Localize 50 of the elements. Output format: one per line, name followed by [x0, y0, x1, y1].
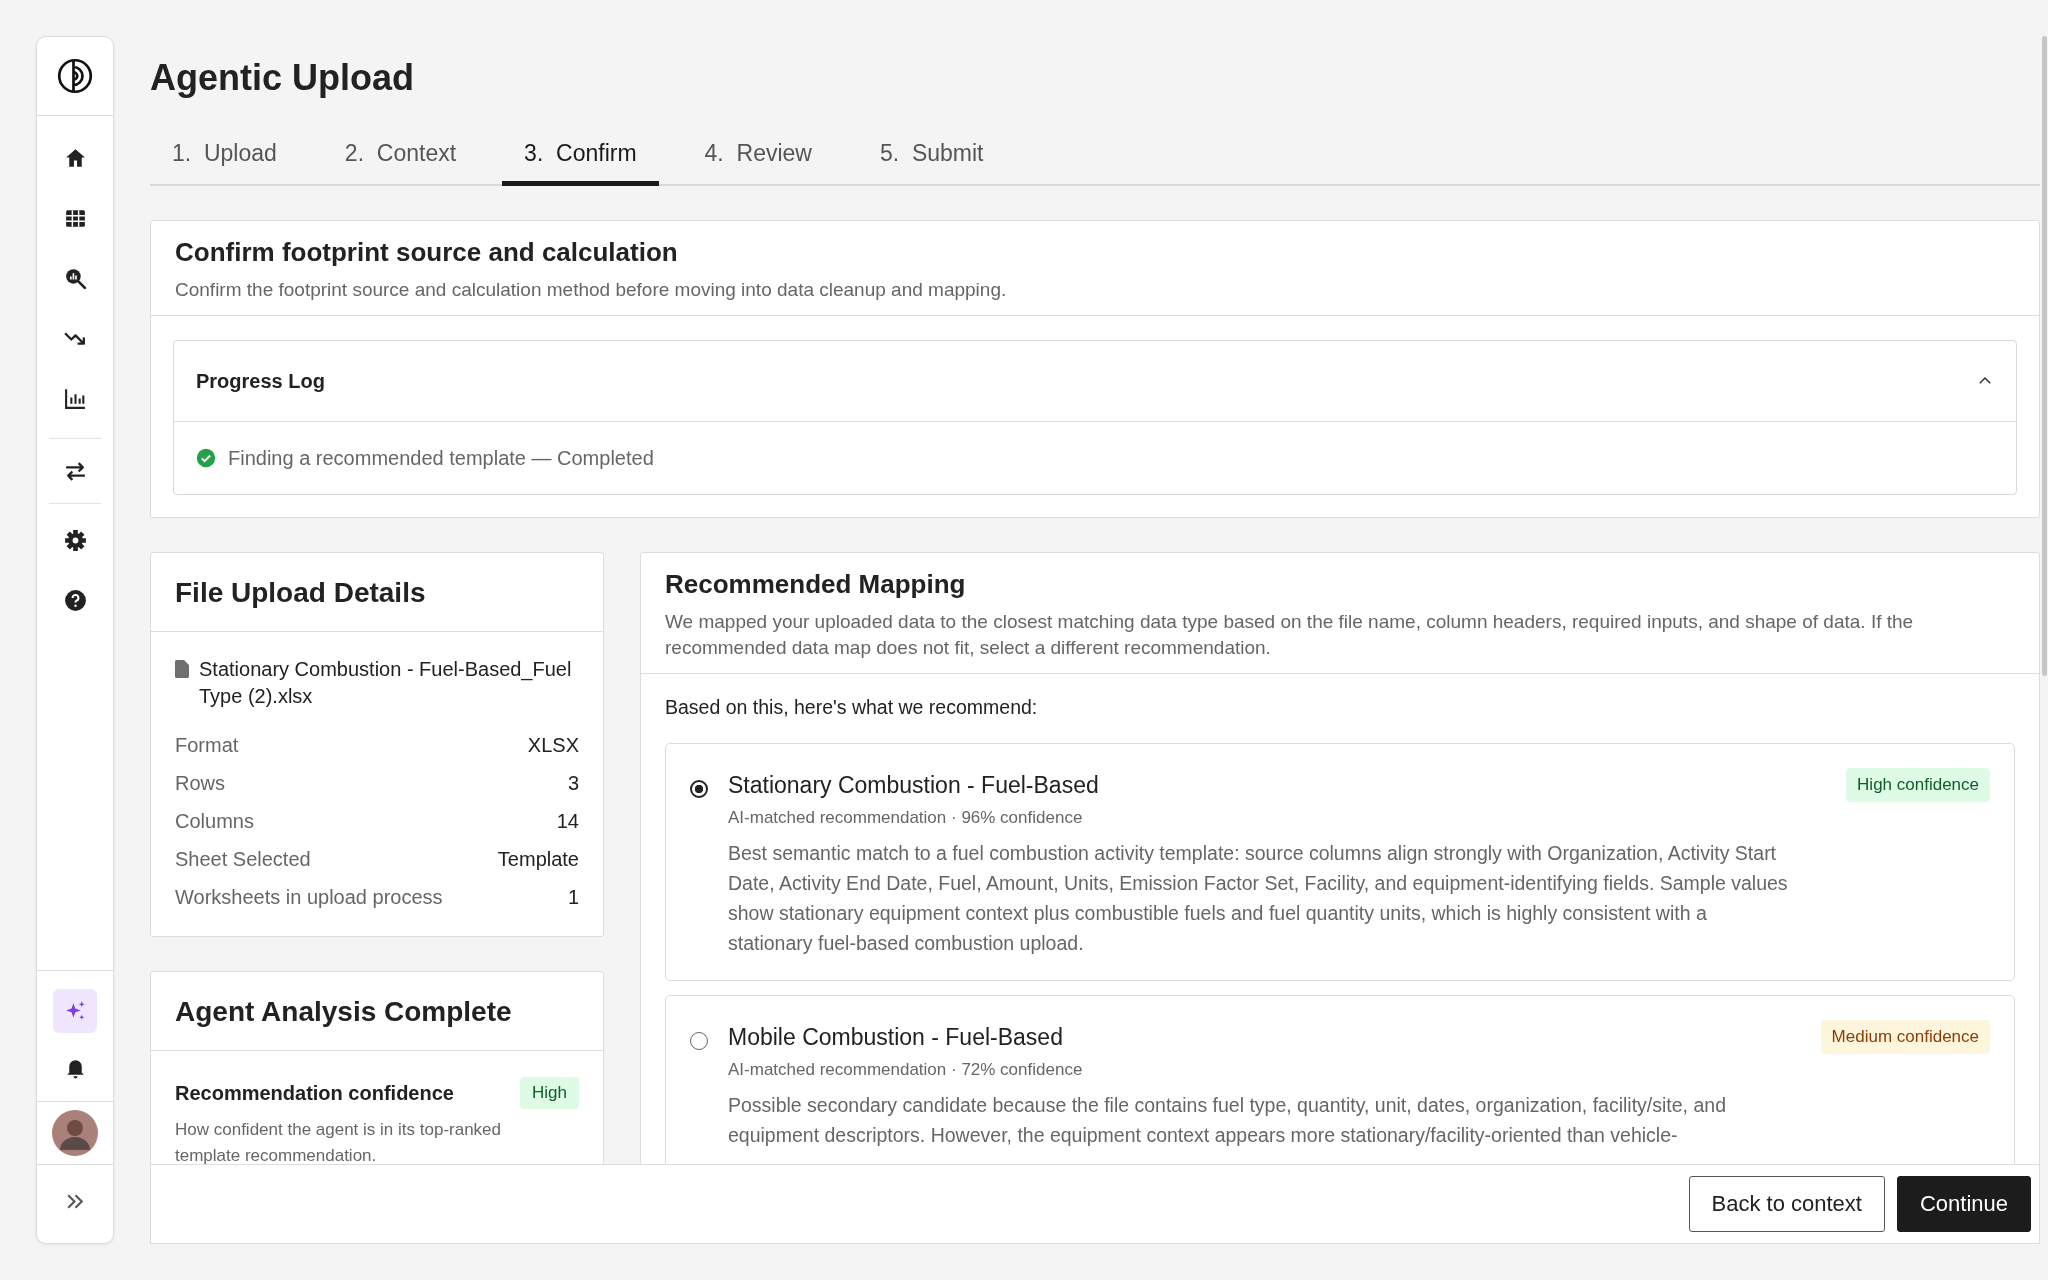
detail-label: Sheet Selected — [175, 847, 311, 872]
card-title: Agent Analysis Complete — [175, 995, 513, 1029]
option-description: Possible secondary candidate because the file contains fuel type, quantity, unit, dates, organization, facility/site, and equipment descriptors. However, the equipment context appears more stationary/facility-oriented than vehicle- — [728, 1093, 1727, 1148]
recommendation-option[interactable] — [665, 743, 2015, 981]
detail-value: XLSX — [527, 733, 579, 758]
detail-label: Columns — [175, 809, 254, 834]
check-circle-icon — [196, 448, 216, 468]
confidence-badge: High — [520, 1077, 579, 1109]
file-name: Stationary Combustion - Fuel-Based_Fuel Type (2).xlsx — [199, 657, 573, 709]
logo-icon — [57, 58, 93, 94]
help-icon — [62, 587, 88, 613]
step-tab[interactable]: 4. Review — [682, 134, 834, 186]
step-tab[interactable]: 2. Context — [322, 134, 479, 186]
section-title: Confirm footprint source and calculation — [175, 236, 679, 269]
progress-log-title: Progress Log — [196, 369, 325, 393]
confidence-badge: Medium confidence — [1820, 1020, 1990, 1054]
detail-value: 3 — [567, 771, 579, 796]
step-tab[interactable]: 3. Confirm — [502, 134, 659, 186]
option-description: Best semantic match to a fuel combustion activity template: source columns align strongly with Organization, Activity Start Date, Activity End Date, Fuel, Amount, Units, Emission Factor Set, Facility, and equipment-identifying fields. Sample values show stationary equipment context plus combustible fuels and fuel quantity units, which is highly consistent with a stationary fuel-based combustion upload. — [728, 841, 1788, 956]
option-meta: AI-matched recommendation · 96% confidence — [728, 808, 1084, 828]
detail-label: Rows — [175, 771, 225, 796]
avatar[interactable] — [52, 1110, 98, 1156]
page-title: Agentic Upload — [150, 56, 415, 100]
radio-button[interactable] — [690, 1032, 708, 1050]
radio-button[interactable] — [690, 780, 708, 798]
step-tab[interactable]: 5. Submit — [857, 134, 1006, 186]
scrollbar[interactable] — [2042, 36, 2047, 676]
continue-button[interactable]: Continue — [1896, 1176, 2031, 1232]
settings-icon — [62, 527, 88, 553]
metric-description: How confident the agent is in its top-ranked template recommendation. — [175, 1119, 503, 1164]
card-title: File Upload Details — [175, 576, 427, 610]
section-subtitle: Confirm the footprint source and calculation method before moving into data cleanup and mapping. — [175, 278, 1008, 302]
step-tab[interactable]: 1. Upload — [150, 134, 299, 186]
detail-label: Worksheets in upload process — [175, 885, 443, 910]
option-title: Stationary Combustion - Fuel-Based — [728, 771, 1099, 799]
card-description: We mapped your uploaded data to the closest matching data type based on the file name, column headers, required inputs, and shape of data. If the recommended data map does not fit, select a different recommendation. — [665, 610, 1915, 660]
option-title: Mobile Combustion - Fuel-Based — [728, 1023, 1063, 1051]
confidence-badge: High confidence — [1846, 768, 1990, 802]
detail-label: Format — [175, 733, 239, 758]
option-meta: AI-matched recommendation · 72% confidence — [728, 1060, 1084, 1080]
progress-entry: Finding a recommended template — Completed — [228, 446, 654, 470]
detail-value: 14 — [556, 809, 579, 834]
detail-value: Template — [497, 847, 579, 872]
prompt-text: Based on this, here's what we recommend: — [665, 696, 1039, 719]
card-title: Recommended Mapping — [665, 568, 967, 601]
detail-value: 1 — [567, 885, 579, 910]
metric-label: Recommendation confidence — [175, 1081, 454, 1105]
person-silhouette-icon — [52, 1110, 98, 1156]
file-icon — [175, 660, 189, 678]
back-button[interactable]: Back to context — [1688, 1176, 1885, 1232]
